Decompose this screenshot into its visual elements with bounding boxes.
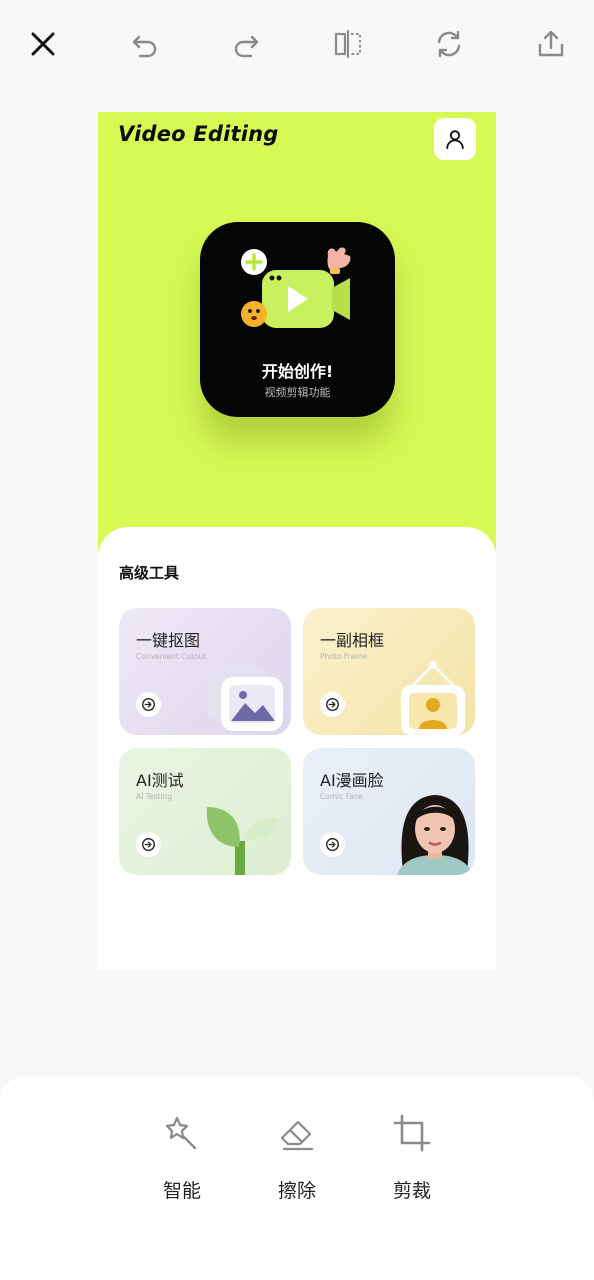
tool-name: 一副相框	[320, 631, 385, 650]
enter-arrow-icon	[326, 838, 339, 851]
bottom-tool-label: 擦除	[277, 1180, 316, 1202]
erase-tool-button[interactable]: 擦除	[257, 1112, 337, 1212]
enter-arrow-icon	[142, 838, 155, 851]
tool-enter-button[interactable]	[320, 832, 345, 857]
tool-card-ai-testing[interactable]: AI测试 AI Testing	[119, 748, 291, 875]
flip-button[interactable]	[328, 24, 368, 64]
undo-button[interactable]	[125, 24, 165, 64]
profile-button[interactable]	[434, 118, 476, 160]
start-create-card[interactable]: 开始创作! 视频剪辑功能	[200, 222, 395, 417]
share-icon	[538, 30, 564, 57]
video-camera-illustration	[241, 247, 351, 328]
image-icon	[207, 665, 283, 731]
tool-name: AI漫画脸	[320, 771, 384, 790]
tool-name: AI测试	[136, 771, 184, 790]
flip-icon	[334, 30, 361, 58]
tool-subtitle: AI Testing	[136, 792, 173, 801]
crop-tool-button[interactable]: 剪裁	[372, 1112, 452, 1212]
editing-canvas[interactable]: Video Editing 开始创作! 视频剪辑功能 高级工具 一键抠图 Con…	[98, 112, 496, 970]
advanced-tools-section: 高级工具 一键抠图 Convenient Cutout 一副相框 Photo F…	[98, 527, 496, 970]
share-button[interactable]	[531, 24, 571, 64]
tool-subtitle: Convenient Cutout	[136, 652, 207, 661]
crop-icon	[393, 1114, 431, 1152]
eraser-icon	[280, 1120, 314, 1151]
close-button[interactable]	[23, 24, 63, 64]
tool-enter-button[interactable]	[320, 692, 345, 717]
bottom-tool-panel: 智能 擦除 剪裁	[0, 1076, 594, 1280]
tool-card-comic-face[interactable]: AI漫画脸 Comic Face	[303, 748, 475, 875]
editor-toolbar	[0, 0, 594, 88]
comic-face-portrait	[397, 795, 473, 875]
undo-icon	[132, 35, 157, 58]
redo-icon	[234, 35, 259, 58]
tool-card-photo-frame[interactable]: 一副相框 Photo Frame	[303, 608, 475, 735]
enter-arrow-icon	[142, 698, 155, 711]
create-title: 开始创作!	[261, 362, 334, 381]
user-icon	[446, 130, 464, 150]
bottom-tool-label: 智能	[162, 1180, 201, 1202]
redo-button[interactable]	[226, 24, 266, 64]
hero-banner: Video Editing 开始创作! 视频剪辑功能	[98, 112, 496, 552]
create-subtitle: 视频剪辑功能	[264, 386, 331, 399]
tool-subtitle: Comic Face	[320, 792, 363, 801]
rotate-icon	[437, 30, 461, 58]
tool-subtitle: Photo Frame	[320, 652, 368, 661]
tool-enter-button[interactable]	[136, 832, 161, 857]
bottom-tool-label: 剪裁	[392, 1180, 431, 1202]
enter-arrow-icon	[326, 698, 339, 711]
sprout-icon	[206, 807, 279, 875]
tool-name: 一键抠图	[136, 631, 201, 650]
section-title: 高级工具	[119, 564, 180, 582]
close-icon	[31, 32, 55, 56]
tool-card-cutout[interactable]: 一键抠图 Convenient Cutout	[119, 608, 291, 735]
rotate-button[interactable]	[429, 24, 469, 64]
tool-enter-button[interactable]	[136, 692, 161, 717]
smart-tool-button[interactable]: 智能	[142, 1112, 222, 1212]
brand-title: Video Editing	[118, 122, 279, 146]
photo-frame-icon	[401, 661, 465, 735]
magic-wand-icon	[165, 1116, 197, 1150]
